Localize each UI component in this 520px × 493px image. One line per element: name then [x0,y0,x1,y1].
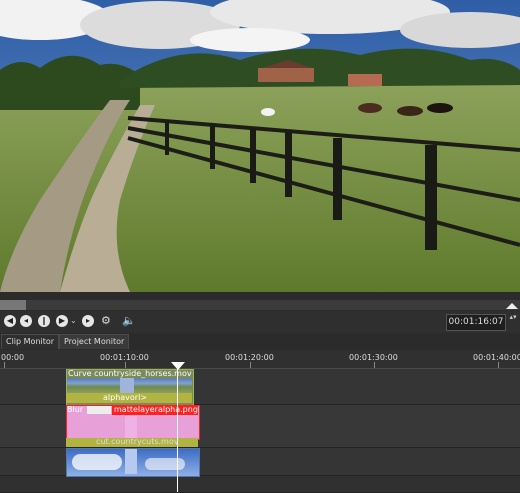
chevron-down-icon[interactable]: ⌄ [70,316,77,325]
clip-thumbnail-highlight [120,378,134,393]
clip-highlight-stripe [125,416,137,438]
cloud-thumbnail [145,458,185,470]
volume-icon[interactable]: 🔈 [122,314,136,327]
clip-thumbnail [67,378,121,393]
playhead-line[interactable] [177,366,178,492]
skip-end-button[interactable]: ▸ [82,315,94,327]
tab-clip-monitor[interactable]: Clip Monitor [1,334,60,349]
ruler-label: 00:00 [1,353,25,362]
timecode-display[interactable]: 00:01:16:07 [446,314,506,331]
tab-project-monitor[interactable]: Project Monitor [59,334,130,349]
seek-end-marker-icon [506,303,518,309]
play-icon: ▶ [58,316,66,325]
settings-gear-icon[interactable]: ⚙ [101,314,111,327]
video-monitor-frame [0,0,520,292]
skip-start-button[interactable]: ◀ [4,315,16,327]
effect-label: alphavorl> [103,393,148,402]
effect-label: cut.countrycuts.mov [96,437,179,446]
ruler-tick [374,362,375,368]
ruler-tick [125,362,126,368]
transport-bar [0,311,520,333]
clip-title: mattelayeralpha.png [114,405,198,414]
ruler-label: 00:01:20:00 [225,353,274,362]
clip-thumbnail [134,378,192,393]
play-reverse-icon: ◂ [23,316,28,325]
ruler-tick [498,362,499,368]
clip-title: Curve countryside_horses.mov [68,369,192,378]
timeline-track-empty[interactable] [0,476,520,493]
play-button[interactable]: ▶ [56,315,68,327]
ruler-label: 00:01:10:00 [100,353,149,362]
timecode-spinner-icon[interactable]: ▴▾ [508,313,518,331]
cloud-thumbnail [72,454,122,470]
ruler-label: 00:01:30:00 [349,353,398,362]
skip-start-icon: ◀ [6,316,14,325]
play-reverse-button[interactable]: ◂ [20,315,32,327]
ruler-label: 00:01:40:00 [473,353,520,362]
ruler-tick [250,362,251,368]
ruler-tick [4,362,5,368]
rewind-icon: ❙ [40,316,48,325]
effect-tag: Blur [67,405,84,414]
rewind-button[interactable]: ❙ [38,315,50,327]
clip-highlight-stripe [125,449,137,474]
seek-bar-progress [0,300,26,310]
effect-tag-secondary [87,406,111,414]
seek-bar[interactable] [0,300,520,310]
playhead-marker-icon[interactable] [171,362,185,370]
skip-end-icon: ▸ [85,316,90,325]
